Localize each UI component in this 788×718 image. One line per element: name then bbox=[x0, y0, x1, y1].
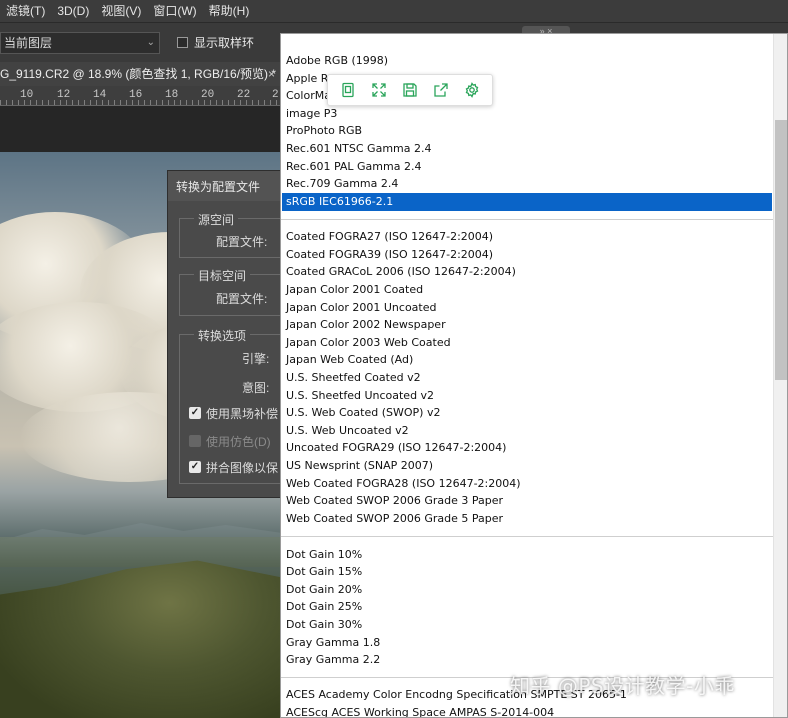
flatten-label: 拼合图像以保 bbox=[206, 461, 279, 475]
show-sampling-ring-checkbox[interactable] bbox=[177, 37, 188, 48]
menu-3d[interactable]: 3D(D) bbox=[51, 0, 95, 22]
profile-option[interactable]: U.S. Web Coated (SWOP) v2 bbox=[282, 404, 772, 422]
sample-layer-select[interactable]: 当前图层 ⌄ bbox=[0, 32, 160, 54]
profile-option[interactable]: Japan Color 2001 Uncoated bbox=[282, 299, 772, 317]
chevron-down-icon: ⌄ bbox=[146, 37, 155, 48]
profile-option[interactable]: ProPhoto RGB bbox=[282, 122, 772, 140]
profile-option[interactable]: Coated FOGRA27 (ISO 12647-2:2004) bbox=[282, 228, 772, 246]
dither-checkbox[interactable] bbox=[189, 435, 201, 447]
list-separator bbox=[281, 219, 773, 220]
copy-icon[interactable] bbox=[336, 78, 360, 102]
source-profile-label: 配置文件: bbox=[216, 235, 268, 249]
profile-option[interactable]: Japan Color 2001 Coated bbox=[282, 281, 772, 299]
profile-option[interactable]: U.S. Sheetfed Coated v2 bbox=[282, 369, 772, 387]
profile-option[interactable]: Gray Gamma 1.8 bbox=[282, 634, 772, 652]
profile-option[interactable]: ACEScg ACES Working Space AMPAS S-2014-0… bbox=[282, 704, 772, 717]
dither-label: 使用仿色(D) bbox=[206, 435, 271, 449]
profile-option[interactable]: Dot Gain 15% bbox=[282, 563, 772, 581]
engine-label: 引擎: bbox=[242, 352, 270, 366]
profile-option[interactable]: Adobe RGB (1998) bbox=[282, 52, 772, 70]
profile-option[interactable]: Web Coated SWOP 2006 Grade 5 Paper bbox=[282, 510, 772, 528]
menu-filter[interactable]: 滤镜(T) bbox=[0, 0, 51, 22]
fullscreen-icon[interactable] bbox=[367, 78, 391, 102]
profile-option[interactable]: Dot Gain 20% bbox=[282, 581, 772, 599]
horizontal-ruler: 10 12 14 16 18 20 22 2 bbox=[0, 86, 280, 106]
conversion-options-legend: 转换选项 bbox=[194, 327, 251, 344]
forest-hill bbox=[0, 560, 282, 718]
profile-option[interactable]: Dot Gain 10% bbox=[282, 546, 772, 564]
profile-option[interactable]: Uncoated FOGRA29 (ISO 12647-2:2004) bbox=[282, 439, 772, 457]
sample-layer-value: 当前图层 bbox=[4, 36, 53, 50]
convert-to-profile-dialog: 转换为配置文件 源空间 配置文件: 目标空间 配置文件: 转换选项 引擎: 意图… bbox=[167, 170, 289, 498]
profile-option[interactable]: Web Coated SWOP 2006 Grade 3 Paper bbox=[282, 492, 772, 510]
profile-option[interactable]: Rec.709 Gamma 2.4 bbox=[282, 175, 772, 193]
profile-option[interactable]: U.S. Sheetfed Uncoated v2 bbox=[282, 387, 772, 405]
profile-option[interactable]: Coated FOGRA39 (ISO 12647-2:2004) bbox=[282, 246, 772, 264]
profile-option[interactable]: Dot Gain 30% bbox=[282, 616, 772, 634]
profile-dropdown-list[interactable]: Adobe RGB (1998) Apple RGB ColorMa image… bbox=[280, 33, 788, 718]
watermark-text: 知乎 @PS设计教学-小乖 bbox=[510, 674, 735, 698]
profile-option[interactable]: Dot Gain 25% bbox=[282, 598, 772, 616]
ruler-marks bbox=[0, 100, 280, 105]
list-separator bbox=[281, 536, 773, 537]
profile-option[interactable]: Rec.601 PAL Gamma 2.4 bbox=[282, 158, 772, 176]
flatten-checkbox[interactable]: ✓ bbox=[189, 461, 201, 473]
profile-option[interactable]: U.S. Web Uncoated v2 bbox=[282, 422, 772, 440]
share-icon[interactable] bbox=[429, 78, 453, 102]
menu-help[interactable]: 帮助(H) bbox=[203, 0, 256, 22]
intent-label: 意图: bbox=[242, 381, 270, 395]
menu-view[interactable]: 视图(V) bbox=[95, 0, 147, 22]
profile-option[interactable]: Web Coated FOGRA28 (ISO 12647-2:2004) bbox=[282, 475, 772, 493]
show-sampling-ring-label: 显示取样环 bbox=[194, 36, 255, 50]
profile-option[interactable]: Coated GRACoL 2006 (ISO 12647-2:2004) bbox=[282, 263, 772, 281]
profile-option[interactable]: Japan Web Coated (Ad) bbox=[282, 351, 772, 369]
profile-option[interactable]: Japan Color 2003 Web Coated bbox=[282, 334, 772, 352]
menu-bar: 滤镜(T) 3D(D) 视图(V) 窗口(W) 帮助(H) bbox=[0, 0, 788, 22]
source-space-legend: 源空间 bbox=[194, 211, 239, 228]
dialog-title: 转换为配置文件 bbox=[168, 171, 281, 201]
profile-option-selected[interactable]: sRGB IEC61966-2.1 bbox=[282, 193, 772, 211]
valley bbox=[0, 537, 282, 567]
profile-option[interactable]: Rec.601 NTSC Gamma 2.4 bbox=[282, 140, 772, 158]
close-tab-icon[interactable]: × bbox=[268, 62, 275, 86]
document-tab-title: G_9119.CR2 @ 18.9% (颜色查找 1, RGB/16/预览) * bbox=[0, 67, 277, 81]
profile-option[interactable]: image P3 bbox=[282, 105, 772, 123]
document-tab[interactable]: G_9119.CR2 @ 18.9% (颜色查找 1, RGB/16/预览) *… bbox=[0, 62, 280, 86]
black-point-checkbox[interactable]: ✓ bbox=[189, 407, 201, 419]
save-icon[interactable] bbox=[398, 78, 422, 102]
menu-window[interactable]: 窗口(W) bbox=[147, 0, 202, 22]
floating-toolbar bbox=[327, 74, 493, 106]
target-space-legend: 目标空间 bbox=[194, 267, 251, 284]
black-point-label: 使用黑场补偿 bbox=[206, 407, 279, 421]
profile-option[interactable]: Gray Gamma 2.2 bbox=[282, 651, 772, 669]
list-scrollbar-thumb[interactable] bbox=[775, 120, 787, 380]
target-profile-label: 配置文件: bbox=[216, 292, 268, 306]
settings-icon[interactable] bbox=[460, 78, 484, 102]
profile-option[interactable]: US Newsprint (SNAP 2007) bbox=[282, 457, 772, 475]
profile-option[interactable]: Japan Color 2002 Newspaper bbox=[282, 316, 772, 334]
canvas-pasteboard bbox=[0, 106, 280, 152]
